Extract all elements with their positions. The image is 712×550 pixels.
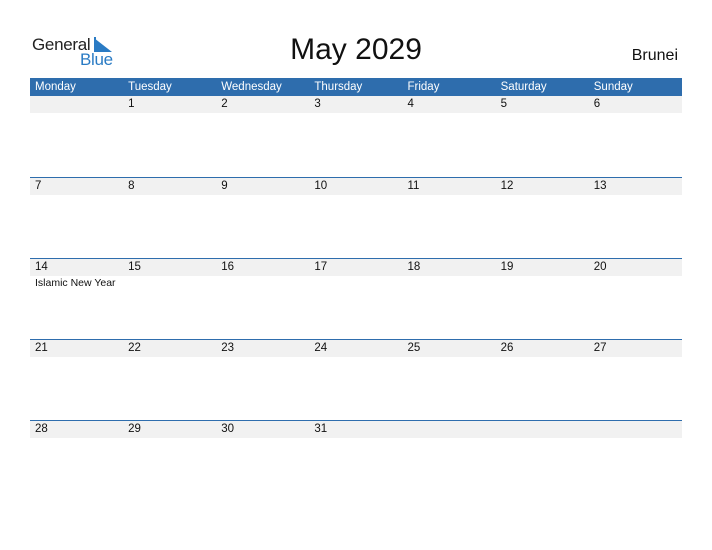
day-number: 20 (593, 261, 607, 273)
day-number: 14 (35, 261, 48, 273)
day-number-strip: 1 2 3 4 5 6 (30, 96, 682, 113)
day-number: 30 (221, 423, 235, 435)
day-event (309, 276, 402, 290)
day-number: 18 (407, 261, 421, 273)
day-event (496, 276, 589, 290)
week-row: 1 2 3 4 5 6 (30, 96, 682, 177)
day-event (589, 276, 682, 290)
day-number: 9 (221, 180, 228, 192)
day-number (589, 421, 682, 438)
day-number: 28 (35, 423, 48, 435)
day-number: 6 (593, 98, 601, 110)
day-number: 7 (35, 180, 42, 192)
country-label: Brunei (631, 47, 678, 64)
day-number: 1 (128, 98, 135, 110)
weekday-thursday: Thursday (314, 81, 363, 93)
page-title: May 2029 (290, 33, 422, 66)
day-number: 3 (314, 98, 321, 110)
day-number: 17 (314, 261, 328, 273)
day-event (216, 276, 309, 290)
day-number: 22 (128, 342, 141, 354)
day-number: 25 (407, 342, 421, 354)
day-event: Islamic New Year (35, 277, 116, 289)
day-number: 5 (500, 98, 508, 110)
day-number: 29 (128, 423, 141, 435)
weekday-tuesday: Tuesday (128, 81, 172, 93)
weekday-monday: Monday (35, 81, 76, 93)
day-number: 15 (128, 261, 141, 273)
day-number: 27 (593, 342, 607, 354)
calendar-grid: Monday Tuesday Wednesday Thursday Friday… (30, 78, 682, 501)
day-event (123, 276, 216, 290)
day-number: 26 (500, 342, 514, 354)
week-row: 28 29 30 31 (30, 420, 682, 501)
weekday-friday: Friday (407, 81, 440, 93)
weekday-header: Monday Tuesday Wednesday Thursday Friday… (30, 78, 682, 96)
week-row: 7 8 9 10 11 12 13 (30, 177, 682, 258)
weekday-wednesday: Wednesday (221, 81, 282, 93)
day-number: 19 (500, 261, 514, 273)
weekday-saturday: Saturday (500, 81, 547, 93)
day-number: 23 (221, 342, 235, 354)
day-number-strip: 7 8 9 10 11 12 13 (30, 178, 682, 195)
day-number (496, 421, 589, 438)
day-number: 12 (500, 180, 514, 192)
day-number: 10 (314, 180, 328, 192)
day-number: 8 (128, 180, 135, 192)
day-number-strip: 28 29 30 31 (30, 421, 682, 438)
day-number: 13 (593, 180, 607, 192)
week-row: 14 15 16 17 18 19 20 Islamic New Year (30, 258, 682, 339)
week-row: 21 22 23 24 25 26 27 (30, 339, 682, 420)
day-number: 4 (407, 98, 414, 110)
day-number: 21 (35, 342, 48, 354)
day-number: 11 (407, 180, 420, 192)
day-number (403, 421, 496, 438)
day-number: 16 (221, 261, 235, 273)
day-number: 2 (221, 98, 228, 110)
events-row: Islamic New Year (30, 276, 682, 290)
day-number (30, 96, 123, 113)
day-number-strip: 21 22 23 24 25 26 27 (30, 340, 682, 357)
day-event (403, 276, 496, 290)
day-number-strip: 14 15 16 17 18 19 20 (30, 259, 682, 276)
weekday-sunday: Sunday (593, 81, 633, 93)
day-number: 24 (314, 342, 328, 354)
day-number: 31 (314, 423, 328, 435)
